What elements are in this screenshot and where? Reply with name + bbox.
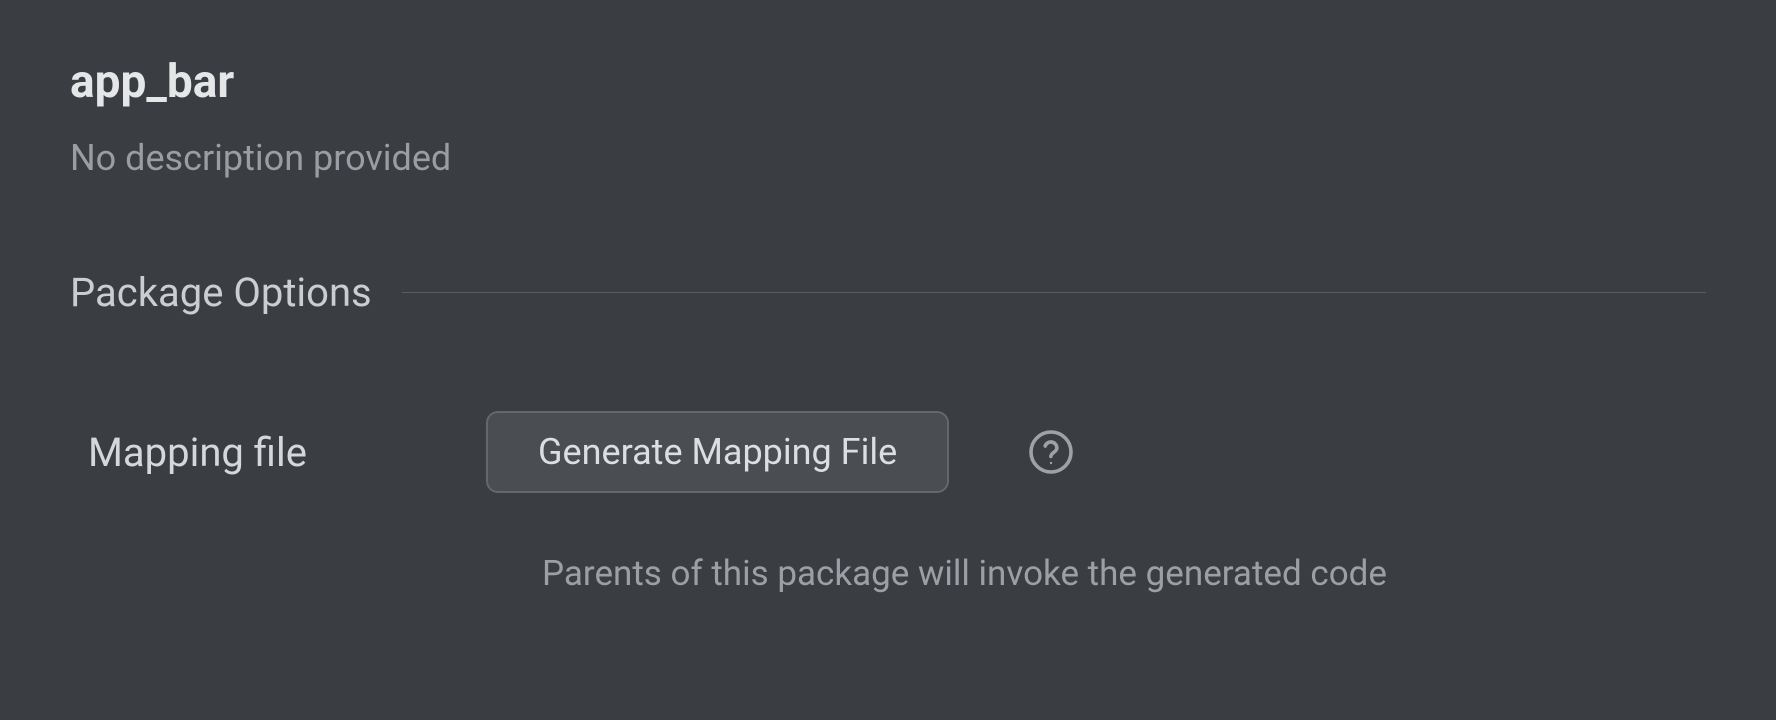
section-header: Package Options <box>70 269 1706 316</box>
section-label: Package Options <box>70 269 402 316</box>
generate-mapping-file-button[interactable]: Generate Mapping File <box>486 411 949 493</box>
mapping-file-hint-row: Parents of this package will invoke the … <box>70 553 1706 594</box>
section-divider <box>402 292 1706 293</box>
mapping-file-label: Mapping file <box>88 429 486 476</box>
mapping-file-row: Mapping file Generate Mapping File <box>70 411 1706 493</box>
help-icon[interactable] <box>1027 428 1075 476</box>
mapping-file-hint: Parents of this package will invoke the … <box>542 553 1706 594</box>
package-description: No description provided <box>70 137 1706 179</box>
package-title: app_bar <box>70 55 1706 109</box>
